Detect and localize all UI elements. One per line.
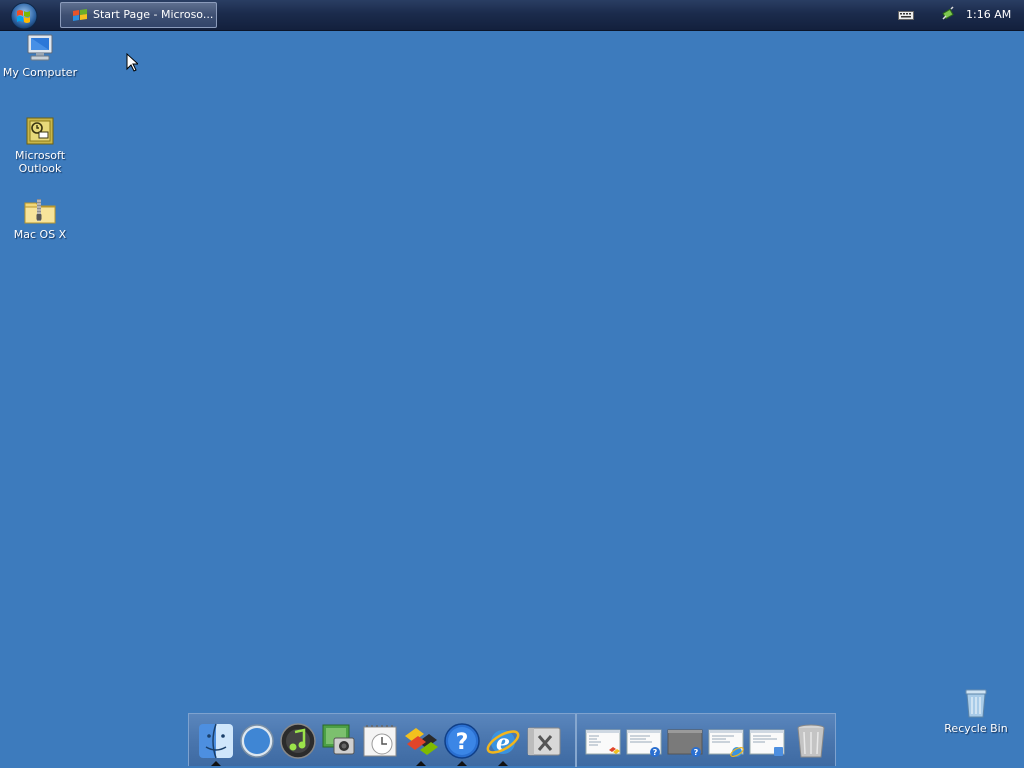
dock: ? e ? ? <box>188 713 836 767</box>
mouse-cursor-icon <box>126 53 138 72</box>
internet-explorer-icon[interactable]: e <box>484 722 522 760</box>
taskbar-button-label: Start Page - Microso... <box>93 8 214 21</box>
svg-text:?: ? <box>653 748 658 757</box>
taskbar: Start Page - Microso... 1:16 AM <box>0 0 1024 31</box>
iphoto-icon[interactable] <box>320 722 358 760</box>
desktop-icon-label: Recycle Bin <box>944 722 1008 735</box>
my-computer-icon <box>27 34 53 61</box>
desktop-icon-label: My Computer <box>2 66 78 79</box>
utilities-icon[interactable] <box>525 722 563 760</box>
windows-flag-icon[interactable] <box>402 722 440 760</box>
itunes-icon[interactable] <box>279 722 317 760</box>
safari-icon[interactable] <box>238 722 276 760</box>
window-thumb-help[interactable]: ? <box>626 728 662 758</box>
help-icon[interactable]: ? <box>443 722 481 760</box>
finder-icon[interactable] <box>197 722 235 760</box>
running-indicator <box>211 761 221 766</box>
desktop-icon-recycle-bin[interactable]: Recycle Bin <box>940 687 1012 735</box>
dock-separator <box>575 714 577 767</box>
zip-folder-icon <box>24 199 56 224</box>
desktop-icon-mac-os-x[interactable]: Mac OS X <box>2 197 78 241</box>
window-thumb-help-dark[interactable]: ? <box>667 728 703 758</box>
keyboard-icon[interactable] <box>898 9 914 21</box>
running-indicator <box>416 761 426 766</box>
window-thumb-ie[interactable] <box>708 728 744 758</box>
desktop-icon-label: Microsoft Outlook <box>14 149 66 175</box>
window-thumb-flag[interactable] <box>585 728 621 758</box>
clock[interactable]: 1:16 AM <box>966 0 1011 30</box>
outlook-icon <box>26 117 54 145</box>
windows-flag-icon <box>73 9 87 21</box>
ical-icon[interactable] <box>361 722 399 760</box>
trash-icon[interactable] <box>792 722 830 760</box>
taskbar-button-start-page[interactable]: Start Page - Microso... <box>60 2 217 28</box>
svg-text:?: ? <box>694 748 699 757</box>
desktop-icon-my-computer[interactable]: My Computer <box>2 33 78 79</box>
desktop-icon-microsoft-outlook[interactable]: Microsoft Outlook <box>2 116 78 175</box>
svg-text:?: ? <box>456 730 469 755</box>
desktop-icon-label: Mac OS X <box>13 228 67 241</box>
recycle-bin-icon <box>965 689 987 718</box>
network-icon[interactable] <box>940 6 956 22</box>
running-indicator <box>498 761 508 766</box>
start-orb-icon[interactable] <box>9 2 39 30</box>
running-indicator <box>457 761 467 766</box>
window-thumb-finder[interactable] <box>749 728 785 758</box>
